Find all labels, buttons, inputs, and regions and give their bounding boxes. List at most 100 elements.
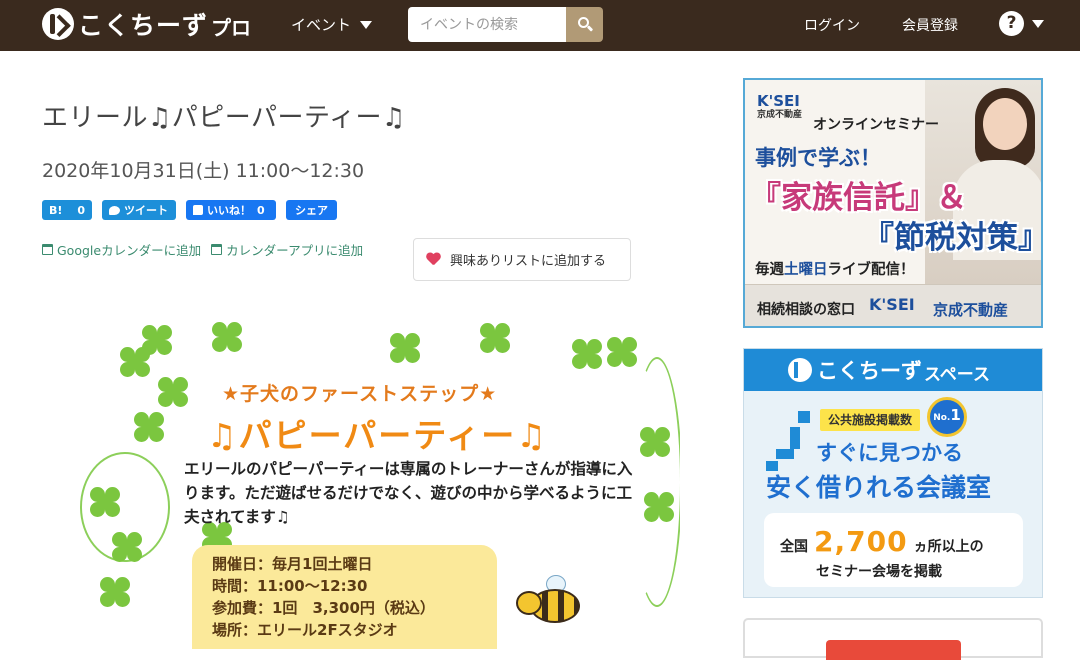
logo-text: こくちーず	[78, 11, 209, 40]
ad-footer-left: 相続相談の窓口	[757, 302, 855, 318]
clover-icon	[100, 577, 130, 607]
like-count: 0	[257, 203, 265, 217]
clover-icon	[212, 322, 242, 352]
register-link[interactable]: 会員登録	[902, 15, 958, 35]
flyer-info-date: 開催日：毎月1回土曜日	[212, 555, 373, 573]
facebook-share-button[interactable]: シェア	[286, 200, 337, 220]
flyer-title: ♫パピーパーティー♫	[207, 416, 548, 455]
add-to-interest-list-button[interactable]: 興味ありリストに追加する	[413, 238, 631, 281]
ad2-brand-sub: スペース	[924, 364, 990, 385]
site-logo[interactable]: こくちーず プロ	[42, 7, 251, 41]
hatena-bookmark-button[interactable]: B! 0	[42, 200, 92, 220]
search-bar	[408, 7, 603, 42]
clover-icon	[390, 333, 420, 363]
ad2-no1-label: No.	[933, 413, 951, 423]
ad2-line2: 安く借りれる会議室	[766, 473, 992, 502]
ad2-box-pre: 全国	[780, 539, 808, 555]
add-to-interest-list-label: 興味ありリストに追加する	[450, 253, 607, 268]
ad2-badge: 公共施設掲載数	[820, 409, 921, 431]
like-label: いいね！	[207, 204, 251, 217]
ad-footer-right: 京成不動産	[933, 301, 1009, 319]
ad2-line1: すぐに見つかる	[816, 441, 963, 465]
logo-k-icon	[42, 8, 74, 40]
event-title: エリール♫パピーパーティー♫	[42, 103, 406, 133]
calendar-links: Googleカレンダーに追加 カレンダーアプリに追加	[42, 240, 363, 259]
login-link[interactable]: ログイン	[804, 15, 860, 35]
ad-line4-post: ライブ配信！	[827, 262, 915, 278]
flyer-info-fee: 参加費：1回 3,300円（税込）	[212, 599, 435, 617]
ad-online-seminar: オンラインセミナー	[813, 117, 939, 133]
ad-banner-kokuchpro-space[interactable]: こくちーず スペース 公共施設掲載数 No.1 すぐに見つかる 安く借りれる会議…	[743, 348, 1043, 598]
calendar-app-label: カレンダーアプリに追加	[226, 243, 364, 258]
clover-icon	[134, 412, 164, 442]
clover-icon	[644, 492, 674, 522]
flyer-subtitle: ★子犬のファーストステップ★	[222, 383, 498, 405]
search-icon-handle	[586, 25, 594, 32]
clover-icon	[120, 347, 150, 377]
ad-person-face	[983, 98, 1027, 150]
google-calendar-label: Googleカレンダーに追加	[57, 243, 202, 258]
hatena-label: B!	[49, 203, 63, 217]
logo-sub: プロ	[211, 16, 252, 40]
ad-line4-pre: 毎週	[755, 262, 784, 278]
chevron-down-icon	[1032, 19, 1044, 28]
clover-icon	[640, 427, 670, 457]
ad-banner-kesei-seminar[interactable]: K'SEI 京成不動産 オンラインセミナー 事例で学ぶ！ 『家族信託』＆ 『節税…	[743, 78, 1043, 328]
ad-kesei-logo: K'SEI 京成不動産	[757, 94, 802, 122]
help-dropdown[interactable]: ?	[999, 11, 1044, 36]
clover-icon	[572, 339, 602, 369]
ad2-box-line2: セミナー会場を掲載	[816, 564, 942, 580]
tweet-label: ツイート	[124, 204, 168, 217]
ad-line3: 『節税対策』	[863, 220, 1043, 256]
ad-line4-em: 土曜日	[784, 262, 828, 278]
hatena-count: 0	[77, 203, 85, 217]
clover-icon	[90, 487, 120, 517]
heart-icon	[426, 253, 440, 266]
chevron-down-icon	[360, 20, 373, 29]
flyer-info-place: 場所：エリール2Fスタジオ	[212, 621, 398, 639]
sidebar-card-partial	[743, 618, 1043, 660]
ad2-header: こくちーず スペース	[744, 349, 1042, 391]
ad2-brand: こくちーず	[817, 359, 922, 383]
calendar-icon	[42, 244, 53, 255]
tweet-button[interactable]: ツイート	[102, 200, 176, 220]
clover-icon	[480, 323, 510, 353]
ad-line4: 毎週土曜日ライブ配信！	[755, 258, 915, 279]
bee-head	[516, 591, 542, 615]
facebook-like-button[interactable]: いいね！ 0	[186, 200, 276, 220]
search-input[interactable]	[408, 7, 566, 42]
site-header: こくちーず プロ イベント ログイン 会員登録 ?	[0, 0, 1080, 51]
share-buttons: B! 0 ツイート いいね！ 0 シェア	[42, 200, 337, 220]
event-datetime: 2020年10月31日(土) 11:00～12:30	[42, 160, 365, 182]
calendar-app-link[interactable]: カレンダーアプリに追加	[211, 240, 363, 259]
calendar-icon	[211, 244, 223, 255]
ad2-box-num: 2,700	[814, 525, 908, 558]
flyer-info-box: 開催日：毎月1回土曜日 時間：11:00～12:30 参加費：1回 3,300円…	[192, 545, 497, 649]
flyer-description: エリールのパピーパーティーは専属のトレーナーさんが指導に入ります。ただ遊ばせるだ…	[184, 460, 633, 526]
ad-kesei-brand-sub: 京成不動産	[757, 110, 803, 120]
twitter-bird-icon	[109, 205, 120, 215]
nav-events-label: イベント	[291, 16, 352, 34]
search-button[interactable]	[566, 7, 603, 42]
ad2-stats-line1: 全国 2,700 ヵ所以上の	[780, 525, 984, 558]
ad2-box-post: ヵ所以上の	[913, 539, 984, 555]
ad-footer-logo: K'SEI	[869, 295, 915, 314]
flyer-info-time: 時間：11:00～12:30	[212, 577, 368, 595]
ad2-stats-box: 全国 2,700 ヵ所以上の セミナー会場を掲載	[764, 513, 1023, 587]
event-flyer-image: ★子犬のファーストステップ★ ♫パピーパーティー♫ エリールのパピーパーティーは…	[72, 317, 680, 649]
no1-medal-icon: No.1	[927, 397, 967, 437]
bee-illustration	[516, 575, 582, 629]
clover-icon	[158, 377, 188, 407]
logo-k-icon	[788, 358, 812, 382]
clover-icon	[607, 337, 637, 367]
clover-icon	[112, 532, 142, 562]
google-calendar-link[interactable]: Googleカレンダーに追加	[42, 240, 201, 259]
help-icon: ?	[999, 11, 1024, 36]
ad-footer: 相続相談の窓口 K'SEI 京成不動産	[745, 284, 1041, 326]
thumbs-up-icon	[193, 205, 203, 215]
ad2-no1-num: 1	[950, 406, 961, 424]
ad-line2: 『家族信託』＆	[750, 180, 967, 216]
sidebar-card-button[interactable]	[826, 640, 961, 660]
nav-events-dropdown[interactable]: イベント	[291, 14, 373, 35]
ad-line1: 事例で学ぶ！	[755, 146, 881, 170]
